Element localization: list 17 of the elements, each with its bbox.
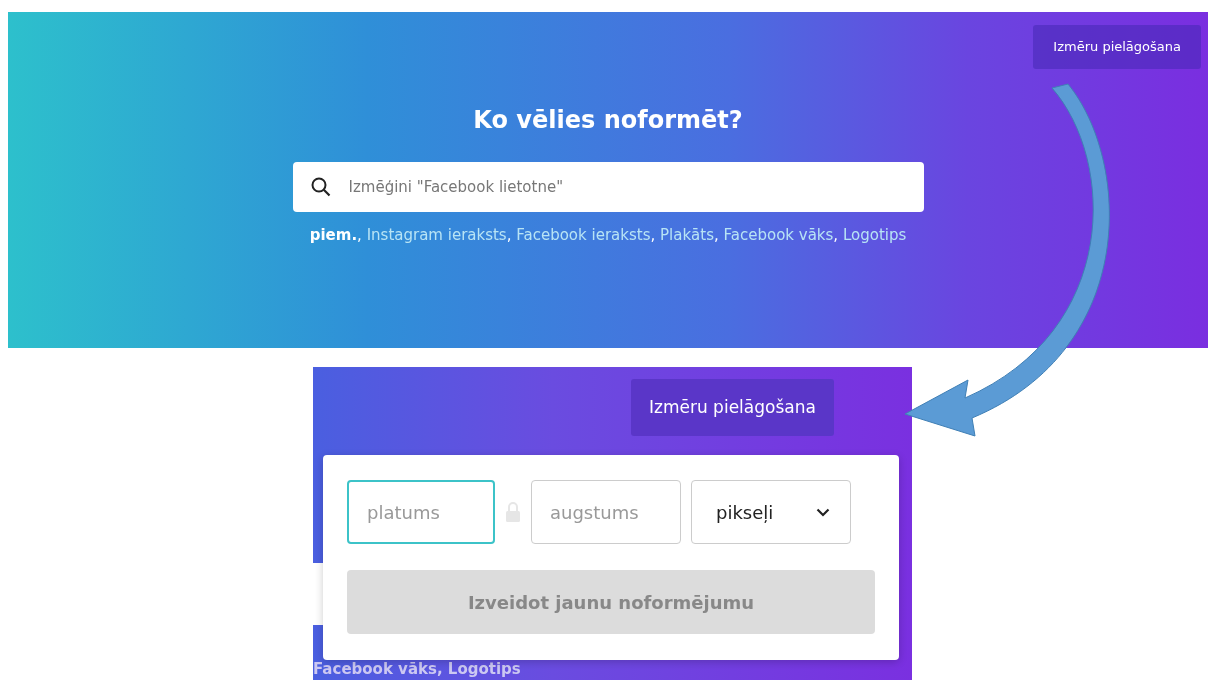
example-links-text: piem., Instagram ieraksts, Facebook ieraksts, Plakāts, Facebook vāks, Logotips bbox=[309, 226, 907, 244]
chevron-down-icon bbox=[816, 507, 830, 517]
unit-select[interactable]: pikseļi bbox=[691, 480, 851, 544]
search-field[interactable]: Izmēģini "Facebook lietotne" bbox=[292, 162, 924, 212]
resize-button[interactable]: Izmēru pielāgošana bbox=[631, 379, 834, 436]
example-link[interactable]: Facebook vāks bbox=[723, 226, 834, 244]
width-field[interactable]: platums bbox=[347, 480, 495, 544]
example-link[interactable]: Instagram ieraksts bbox=[366, 226, 507, 244]
resize-button[interactable]: Izmēru pielāgošana bbox=[1033, 25, 1201, 69]
lock-icon bbox=[505, 501, 521, 523]
example-links-text: Facebook vāks, Logotips bbox=[313, 661, 521, 678]
example-link[interactable]: Plakāts bbox=[660, 226, 714, 244]
heading: Ko vēlies noformēt? bbox=[473, 106, 743, 134]
example-link[interactable]: Facebook ieraksts bbox=[516, 226, 651, 244]
example-link[interactable]: Logotips bbox=[842, 226, 907, 244]
search-icon bbox=[310, 177, 331, 197]
height-field[interactable]: augstums bbox=[531, 480, 681, 544]
